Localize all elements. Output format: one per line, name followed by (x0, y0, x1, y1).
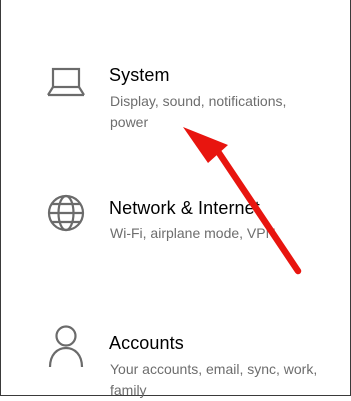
settings-tile-title: System (109, 65, 170, 85)
settings-tile-accounts[interactable]: Accounts Your accounts, email, sync, wor… (0, 318, 351, 398)
laptop-icon (44, 62, 88, 106)
settings-tile-system[interactable]: System Display, sound, notifications, po… (0, 50, 351, 150)
globe-icon (44, 191, 88, 235)
settings-tile-description: Display, sound, notifications, power (110, 93, 287, 130)
settings-tile-description: Wi-Fi, airplane mode, VPN (110, 225, 276, 241)
person-icon (44, 323, 88, 368)
settings-tile-title: Network & Internet (109, 198, 260, 218)
settings-tile-title: Accounts (109, 333, 184, 353)
settings-tile-description: Your accounts, email, sync, work, family (110, 361, 318, 398)
settings-tile-network[interactable]: Network & Internet Wi-Fi, airplane mode,… (0, 183, 351, 283)
